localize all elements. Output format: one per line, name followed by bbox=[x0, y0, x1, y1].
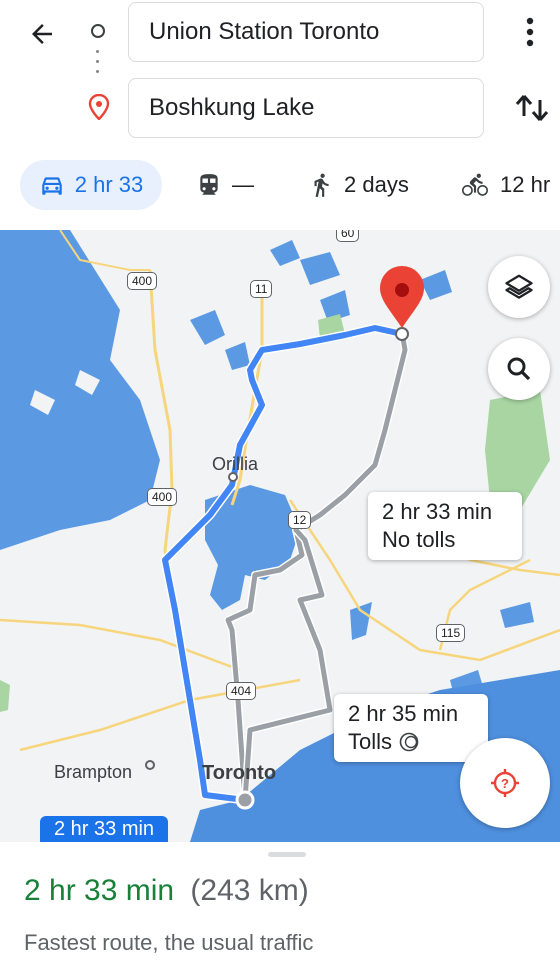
highway-shield: 11 bbox=[250, 280, 273, 298]
origin-input[interactable]: Union Station Toronto bbox=[128, 2, 484, 62]
route-callout-tolls[interactable]: 2 hr 35 min Tolls bbox=[334, 694, 488, 762]
route-duration: 2 hr 33 min bbox=[24, 874, 175, 907]
destination-pin-icon bbox=[88, 94, 110, 120]
arrow-left-icon bbox=[32, 24, 52, 44]
route-summary-sheet[interactable]: 2 hr 33 min (243 km) Fastest route, the … bbox=[0, 842, 560, 962]
walking-icon bbox=[314, 173, 329, 197]
car-icon bbox=[42, 177, 62, 195]
mode-walking-chip[interactable]: 2 days bbox=[308, 160, 409, 210]
destination-input[interactable]: Boshkung Lake bbox=[128, 78, 484, 138]
route-callout-note: No tolls bbox=[382, 527, 456, 552]
route-callout-duration: 2 hr 33 min bbox=[382, 499, 493, 524]
transit-icon bbox=[200, 174, 218, 195]
swap-vertical-icon bbox=[515, 95, 549, 121]
route-callout-no-tolls[interactable]: 2 hr 33 min No tolls bbox=[368, 492, 522, 560]
highway-shield: 60 bbox=[336, 230, 360, 242]
route-distance: (243 km) bbox=[190, 874, 309, 907]
route-callout-note-row: Tolls bbox=[348, 728, 474, 756]
help-icon: ? bbox=[491, 769, 519, 797]
mode-transit-chip[interactable]: — bbox=[196, 160, 254, 210]
more-vert-icon bbox=[526, 17, 534, 47]
place-label-toronto: Toronto bbox=[202, 762, 277, 784]
mode-cycling-chip[interactable]: 12 hr bbox=[460, 160, 550, 210]
route-callout-duration: 2 hr 35 min bbox=[348, 701, 459, 726]
route-connector-dots bbox=[96, 50, 100, 84]
route-map[interactable]: 400 11 400 12 115 404 60 Orillia Brampto… bbox=[0, 230, 560, 842]
swap-locations-button[interactable] bbox=[512, 88, 552, 128]
highway-shield: 404 bbox=[226, 682, 257, 700]
highway-shield: 115 bbox=[436, 624, 466, 642]
highway-shield: 400 bbox=[147, 488, 178, 506]
toll-coin-icon bbox=[399, 732, 419, 752]
layers-icon bbox=[505, 274, 533, 299]
highway-shield: 12 bbox=[288, 511, 312, 529]
place-label-brampton: Brampton bbox=[54, 762, 133, 782]
directions-header: Union Station Toronto Boshkung Lake 2 hr… bbox=[0, 0, 560, 230]
origin-marker-icon bbox=[91, 24, 105, 38]
search-icon bbox=[507, 357, 531, 381]
sheet-drag-handle[interactable] bbox=[268, 852, 306, 857]
back-button[interactable] bbox=[22, 14, 62, 54]
route-summary-line: 2 hr 33 min (243 km) bbox=[24, 874, 309, 908]
mode-driving-label: 2 hr 33 bbox=[74, 172, 144, 197]
mode-transit-label: — bbox=[232, 172, 254, 197]
help-button[interactable]: ? bbox=[460, 738, 550, 828]
search-along-route-button[interactable] bbox=[488, 338, 550, 400]
mode-cycling-label: 12 hr bbox=[500, 172, 551, 197]
bicycle-icon bbox=[462, 173, 488, 196]
route-callout-note: Tolls bbox=[348, 729, 393, 754]
layers-button[interactable] bbox=[488, 256, 550, 318]
mode-driving-chip[interactable]: 2 hr 33 bbox=[20, 160, 162, 210]
selected-route-label[interactable]: 2 hr 33 min bbox=[40, 816, 169, 842]
place-label-orillia: Orillia bbox=[212, 454, 259, 474]
mode-walking-label: 2 days bbox=[344, 172, 409, 197]
svg-text:?: ? bbox=[501, 776, 509, 791]
route-description: Fastest route, the usual traffic bbox=[24, 930, 314, 955]
more-options-button[interactable] bbox=[512, 12, 548, 52]
highway-shield: 400 bbox=[127, 272, 158, 290]
